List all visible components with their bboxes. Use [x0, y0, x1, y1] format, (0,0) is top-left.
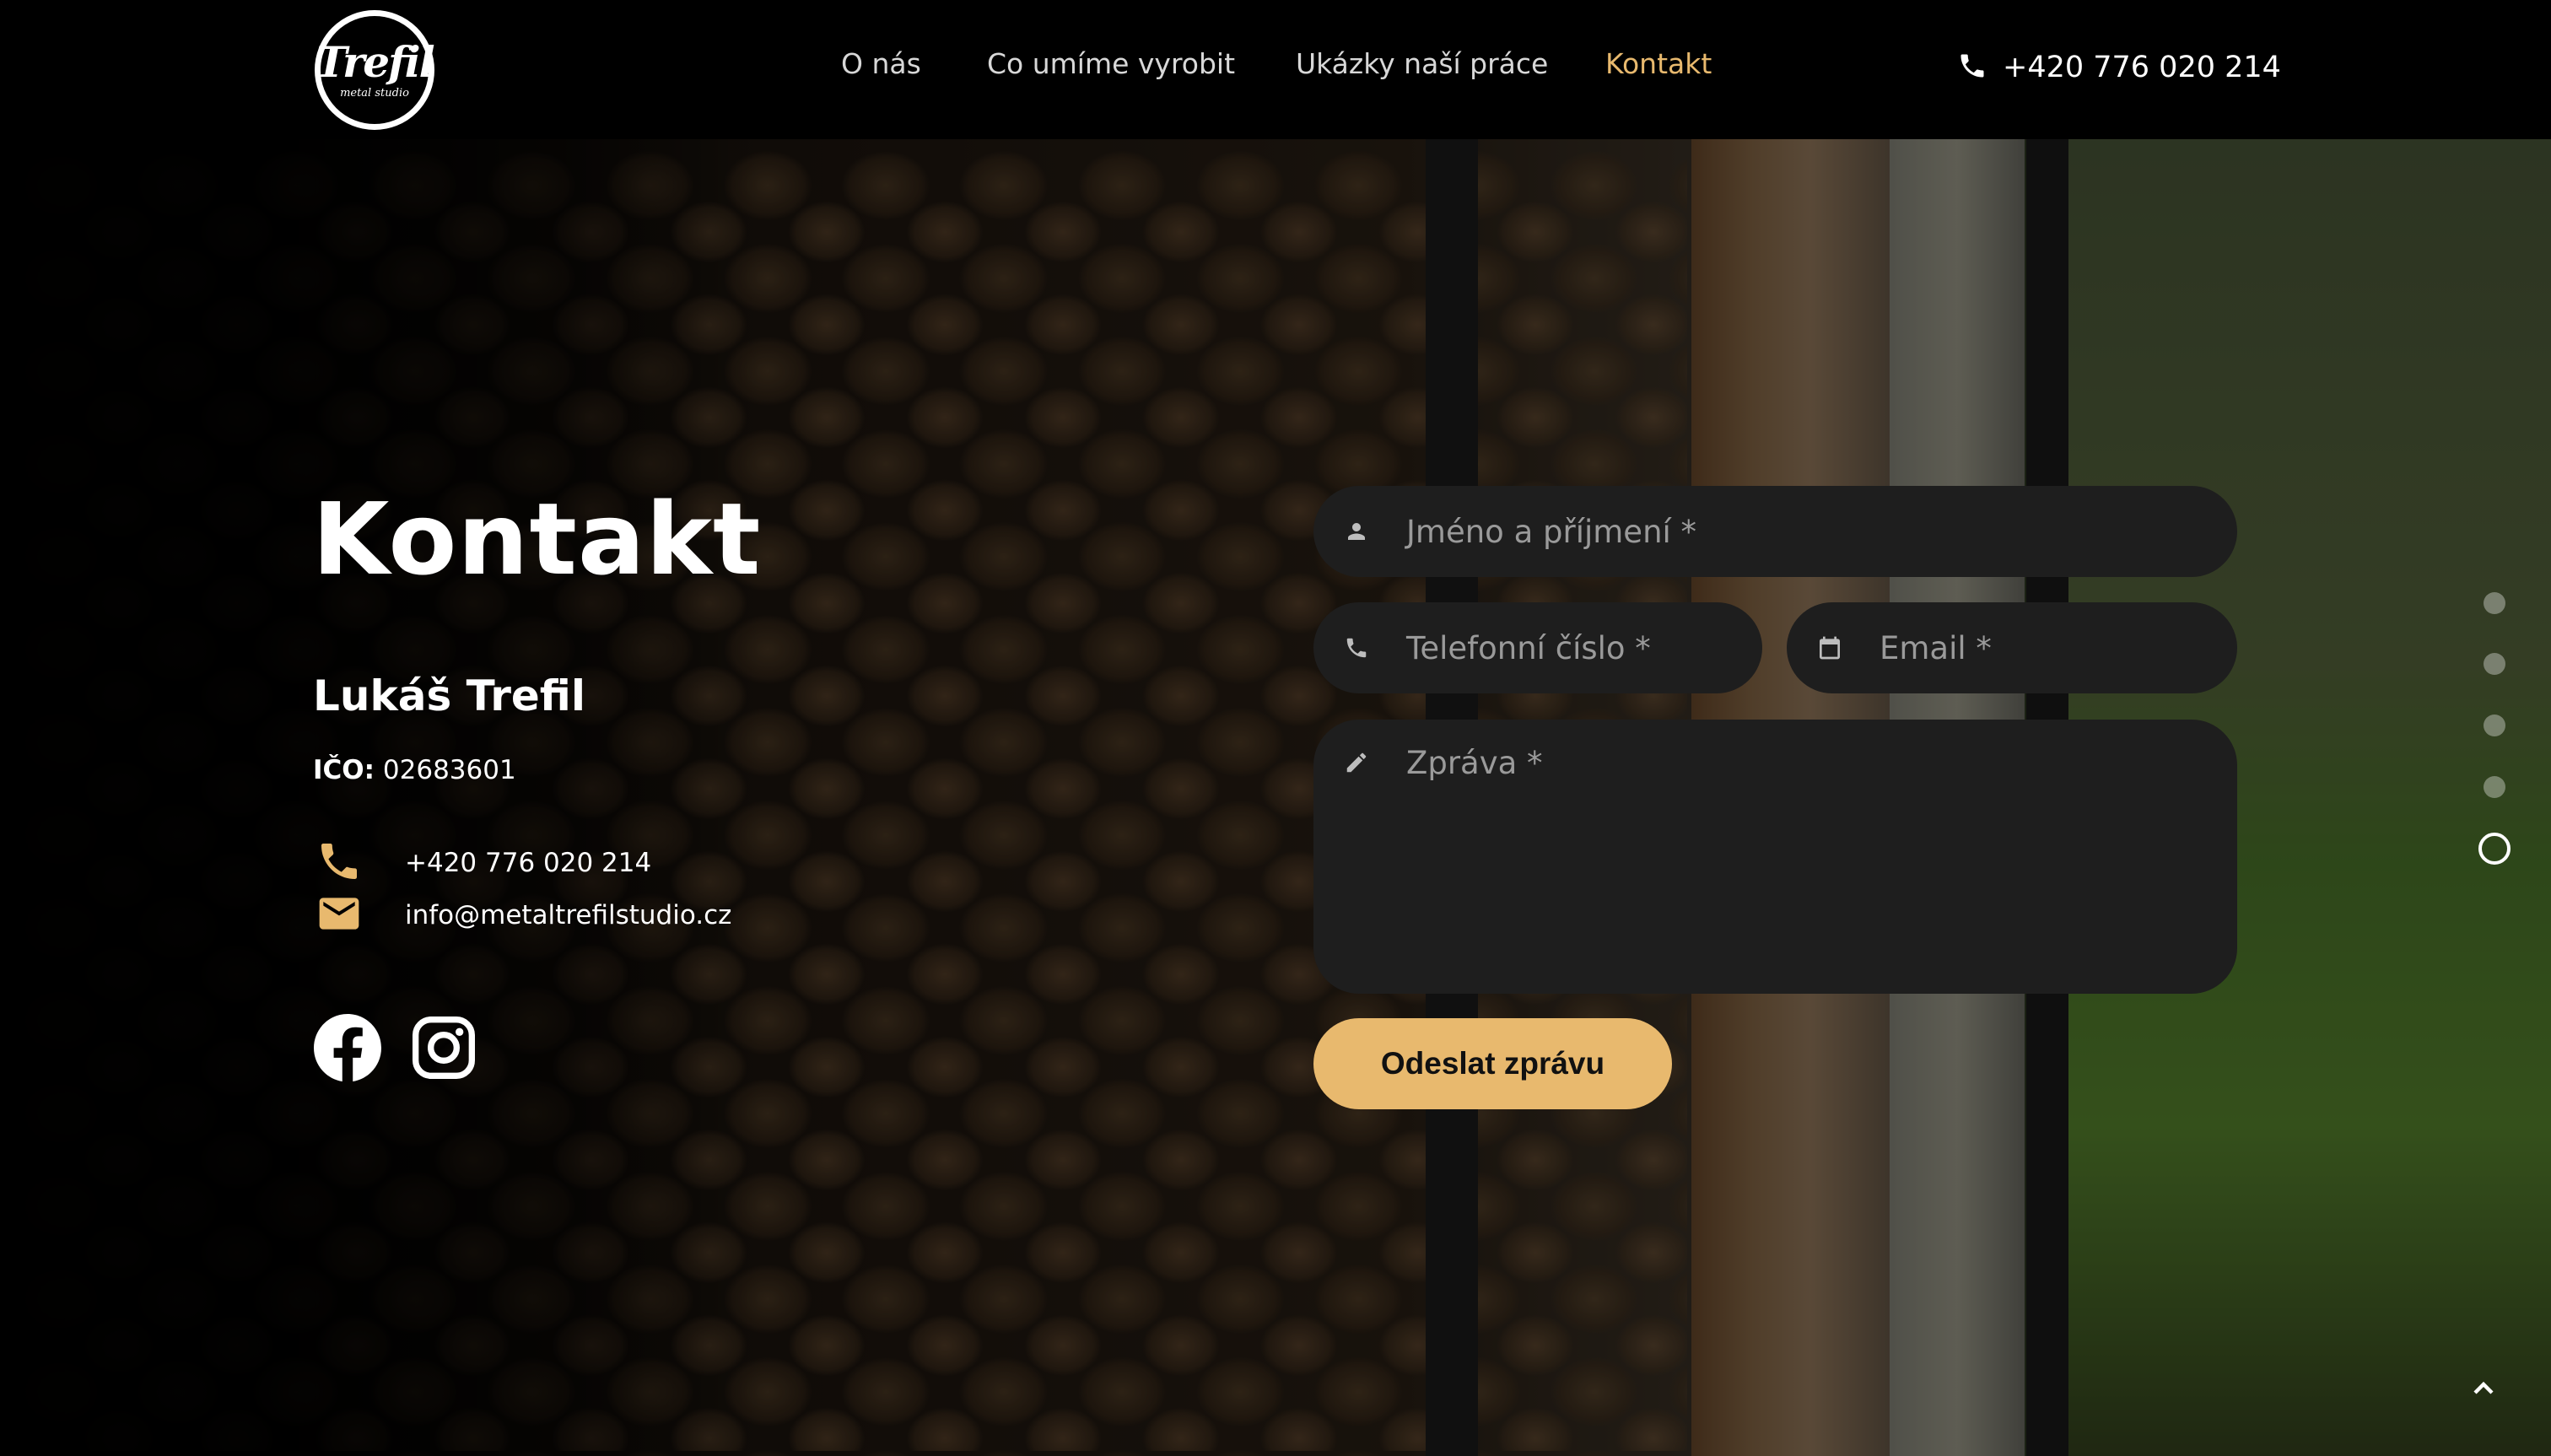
submit-button[interactable]: Odeslat zprávu	[1313, 1018, 1672, 1109]
section-dot-2[interactable]	[2484, 653, 2505, 675]
pencil-icon	[1342, 748, 1371, 777]
phone-placeholder: Telefonní číslo *	[1406, 629, 1651, 666]
nav-item-kontakt[interactable]: Kontakt	[1605, 47, 1712, 80]
email-input[interactable]: Email *	[1787, 602, 2237, 693]
instagram-icon[interactable]	[410, 1014, 477, 1085]
nav-item-co-umime-vyrobit[interactable]: Co umíme vyrobit	[987, 47, 1235, 80]
nav-item-ukazky-nasi-prace[interactable]: Ukázky naší práce	[1296, 47, 1548, 80]
header-phone-number: +420 776 020 214	[2003, 51, 2281, 84]
company-id: IČO: 02683601	[313, 755, 516, 785]
page-title: Kontakt	[312, 481, 762, 597]
message-textarea[interactable]: Zpráva *	[1313, 720, 2237, 994]
company-id-value: 02683601	[382, 755, 516, 785]
contact-phone-row[interactable]: +420 776 020 214	[316, 838, 651, 888]
contact-email-text: info@metaltrefilstudio.cz	[405, 900, 732, 930]
social-links	[314, 1014, 477, 1085]
phone-icon	[1342, 634, 1371, 662]
chevron-up-icon	[2467, 1372, 2500, 1409]
site-logo[interactable]: Trefil metal studio	[315, 10, 435, 130]
header-phone[interactable]: +420 776 020 214	[1957, 44, 2281, 91]
email-placeholder: Email *	[1880, 629, 1992, 666]
submit-label: Odeslat zprávu	[1380, 1046, 1605, 1081]
person-icon	[1342, 517, 1371, 546]
message-placeholder: Zpráva *	[1406, 745, 1543, 781]
contact-email-row[interactable]: info@metaltrefilstudio.cz	[316, 890, 731, 941]
phone-icon	[1957, 51, 1987, 84]
section-dot-3[interactable]	[2484, 715, 2505, 736]
calendar-icon	[1815, 634, 1844, 662]
site-header: Trefil metal studio O nás Co umíme vyrob…	[0, 0, 2551, 139]
phone-icon	[316, 838, 363, 888]
contact-person-name: Lukáš Trefil	[313, 671, 585, 720]
mail-icon	[316, 890, 363, 941]
section-dot-4[interactable]	[2484, 776, 2505, 798]
section-dot-1[interactable]	[2484, 592, 2505, 614]
facebook-icon[interactable]	[314, 1014, 381, 1085]
company-id-label: IČO:	[313, 755, 375, 785]
logo-brand: Trefil	[316, 36, 434, 87]
section-dot-5-active[interactable]	[2478, 833, 2511, 865]
nav-item-o-nas[interactable]: O nás	[841, 47, 921, 80]
contact-phone-text: +420 776 020 214	[405, 848, 652, 878]
name-input[interactable]: Jméno a příjmení *	[1313, 486, 2237, 577]
name-placeholder: Jméno a příjmení *	[1406, 513, 1697, 550]
logo-subtitle: metal studio	[340, 86, 409, 100]
scroll-to-top-button[interactable]	[2453, 1360, 2514, 1421]
phone-input[interactable]: Telefonní číslo *	[1313, 602, 1762, 693]
